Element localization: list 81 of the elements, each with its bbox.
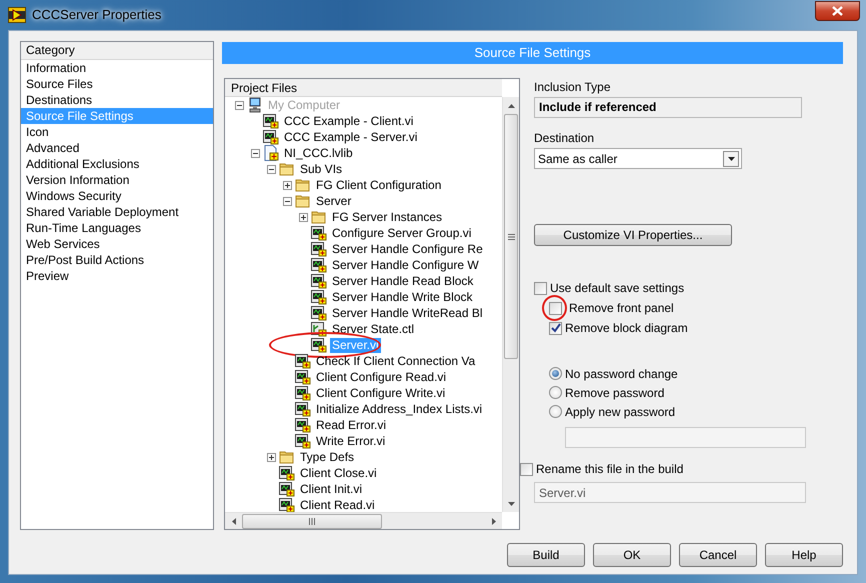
checkbox-label: Remove block diagram xyxy=(565,320,688,337)
vi-file-icon xyxy=(263,129,279,145)
checkbox[interactable] xyxy=(549,302,562,314)
field-label: Destination xyxy=(534,130,596,146)
vi-file-icon xyxy=(279,465,295,481)
vi-file-icon xyxy=(295,401,311,417)
vertical-scrollbar[interactable] xyxy=(502,97,519,512)
category-item[interactable]: Pre/Post Build Actions xyxy=(21,252,213,268)
vi-file-icon xyxy=(311,257,327,273)
category-item[interactable]: Web Services xyxy=(21,236,213,252)
field-label: Inclusion Type xyxy=(534,79,612,95)
radio-label: Remove password xyxy=(565,384,664,402)
vi-file-icon xyxy=(295,417,311,433)
checkbox-label: Rename this file in the build xyxy=(536,461,684,478)
right-arrow-icon xyxy=(492,518,496,524)
radio-button[interactable] xyxy=(549,405,562,418)
vi-file-icon xyxy=(295,433,311,449)
radio-button[interactable] xyxy=(549,386,562,399)
checkbox[interactable] xyxy=(549,322,562,334)
vi-file-icon xyxy=(263,113,279,129)
column-header: Project Files xyxy=(225,79,502,97)
checkbox[interactable] xyxy=(520,462,533,476)
vi-file-icon xyxy=(311,241,327,257)
vi-file-icon xyxy=(295,353,311,369)
computer-icon xyxy=(247,97,263,113)
folder-icon xyxy=(311,209,327,225)
category-item[interactable]: Run-Time Languages xyxy=(21,220,213,236)
horizontal-scrollbar[interactable] xyxy=(225,512,502,529)
vi-file-icon xyxy=(311,305,327,321)
down-arrow-icon xyxy=(508,502,515,506)
vi-file-icon xyxy=(311,337,327,353)
vi-file-icon xyxy=(311,273,327,289)
customize-button[interactable]: Customize VI Properties... xyxy=(534,224,732,246)
dialog-button[interactable]: OK xyxy=(593,543,671,567)
category-item[interactable]: Source Files xyxy=(21,76,213,92)
category-item[interactable]: Destinations xyxy=(21,92,213,108)
grip-icon xyxy=(309,518,315,524)
destination-dropdown[interactable]: Same as caller xyxy=(534,148,742,169)
left-arrow-icon xyxy=(232,518,236,524)
column-header: Category xyxy=(21,42,213,60)
dialog-button[interactable]: Cancel xyxy=(679,543,757,567)
vi-file-icon xyxy=(311,289,327,305)
vi-file-icon xyxy=(279,481,295,497)
control-file-icon xyxy=(311,321,327,337)
library-file-icon xyxy=(263,145,279,161)
folder-icon xyxy=(295,193,311,209)
checkbox-label: Remove front panel xyxy=(569,300,674,317)
checkbox-label: Use default save settings xyxy=(550,280,684,297)
vi-file-icon xyxy=(295,385,311,401)
scroll-thumb[interactable] xyxy=(504,114,518,359)
folder-icon xyxy=(295,177,311,193)
radio-label: No password change xyxy=(565,366,678,382)
category-item[interactable]: Information xyxy=(21,60,213,76)
category-item[interactable]: Shared Variable Deployment xyxy=(21,204,213,220)
vi-file-icon xyxy=(279,497,295,512)
close-icon xyxy=(832,6,843,16)
up-arrow-icon xyxy=(508,104,515,108)
radio-label: Apply new password xyxy=(565,404,676,420)
dialog-button[interactable]: Build xyxy=(507,543,585,567)
radio-button[interactable] xyxy=(549,367,562,380)
category-item[interactable]: Version Information xyxy=(21,172,213,188)
grip-icon xyxy=(508,234,514,240)
category-item[interactable]: Preview xyxy=(21,268,213,284)
folder-icon xyxy=(279,449,295,465)
category-item[interactable]: Additional Exclusions xyxy=(21,156,213,172)
check-icon xyxy=(550,323,560,333)
checkbox[interactable] xyxy=(534,282,547,294)
category-item[interactable]: Icon xyxy=(21,124,213,140)
dialog-button[interactable]: Help xyxy=(765,543,843,567)
section-header: Source File Settings xyxy=(222,42,843,64)
app-icon xyxy=(8,7,26,23)
category-item[interactable]: Windows Security xyxy=(21,188,213,204)
vi-file-icon xyxy=(311,225,327,241)
close-button[interactable] xyxy=(815,1,860,21)
vi-file-icon xyxy=(295,369,311,385)
folder-icon xyxy=(279,161,295,177)
category-item[interactable]: Advanced xyxy=(21,140,213,156)
caret-icon xyxy=(728,156,734,160)
scroll-thumb[interactable] xyxy=(242,514,382,528)
inclusion-type-field: Include if referenced xyxy=(534,97,802,118)
window-title: CCCServer Properties xyxy=(32,6,162,24)
